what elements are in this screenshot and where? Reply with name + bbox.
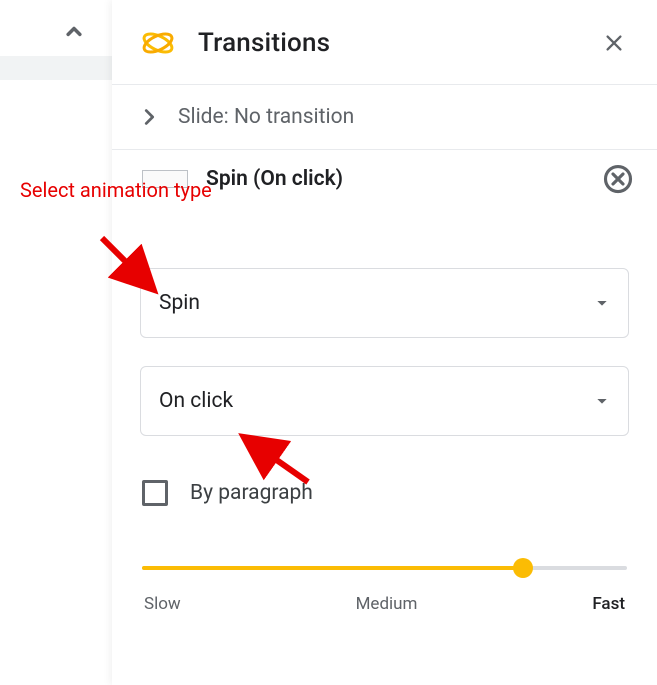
by-paragraph-checkbox[interactable] (142, 480, 168, 506)
slider-thumb[interactable] (513, 558, 533, 578)
chevron-down-icon (594, 393, 610, 409)
remove-animation-icon[interactable] (603, 164, 633, 194)
transitions-panel: Transitions Slide: No transition Spin (O… (112, 0, 657, 685)
slider-fill (142, 566, 523, 570)
annotation-label: Select animation type (20, 178, 212, 202)
collapse-chevron-icon[interactable] (60, 18, 88, 46)
slide-transition-label: Slide: No transition (178, 105, 354, 129)
chevron-down-icon (594, 295, 610, 311)
transitions-icon (140, 25, 176, 61)
speed-label-slow: Slow (144, 594, 181, 614)
chevron-right-icon (138, 106, 160, 128)
speed-slider[interactable]: Slow Medium Fast (140, 566, 629, 614)
panel-title: Transitions (198, 28, 330, 58)
animation-trigger-select[interactable]: On click (140, 366, 629, 436)
close-icon[interactable] (595, 24, 633, 62)
animation-summary-label: Spin (On click) (206, 167, 343, 191)
speed-label-medium: Medium (356, 594, 418, 614)
animation-type-value: Spin (159, 291, 200, 315)
slide-transition-section[interactable]: Slide: No transition (112, 85, 657, 149)
animation-trigger-value: On click (159, 389, 233, 413)
speed-label-fast: Fast (592, 594, 625, 614)
by-paragraph-label: By paragraph (190, 481, 313, 505)
thumbnail-strip (0, 56, 112, 80)
animation-type-select[interactable]: Spin (140, 268, 629, 338)
